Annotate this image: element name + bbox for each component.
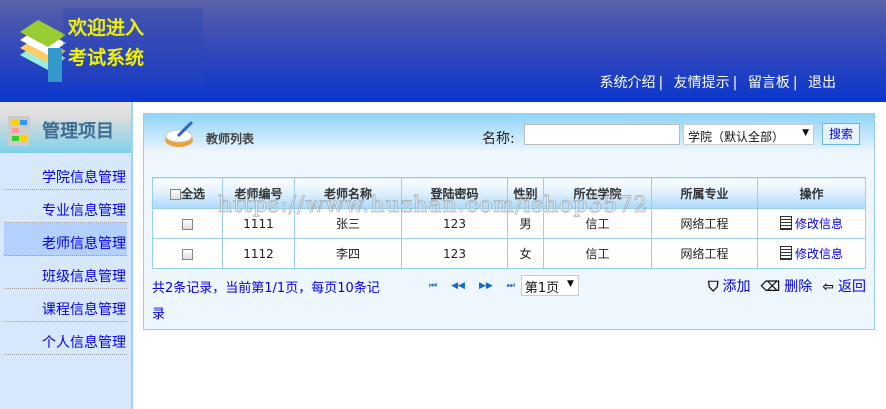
table-header-row: 全选 老师编号 老师名称 登陆密码 性别 所在学院 所属专业 操作 xyxy=(152,177,866,209)
cell-name: 张三 xyxy=(294,208,402,239)
cell-college: 信工 xyxy=(543,208,652,239)
col-header-name: 老师名称 xyxy=(294,177,402,209)
search-button[interactable]: 搜索 xyxy=(822,123,860,145)
sidebar-header: 管理项目 xyxy=(0,102,131,153)
college-select-value: 学院（默认全部） xyxy=(688,130,785,144)
panel-title: 教师列表 xyxy=(206,132,255,146)
sidebar-title: 管理项目 xyxy=(42,121,114,142)
delete-label: 删除 xyxy=(784,279,813,295)
col-header-password: 登陆密码 xyxy=(401,177,508,209)
nav-separator: | xyxy=(732,75,738,91)
back-icon: ⇦ xyxy=(822,279,834,295)
back-label: 返回 xyxy=(838,279,866,295)
edit-link[interactable]: 修改信息 xyxy=(795,217,843,231)
top-nav: 系统介绍 | 友情提示 | 留言板 | 退出 xyxy=(599,72,836,92)
row-checkbox[interactable] xyxy=(182,248,193,260)
sidebar-item-personal[interactable]: 个人信息管理 xyxy=(4,322,127,355)
col-header-actions: 操作 xyxy=(757,177,866,209)
logo-line-1: 欢迎进入 xyxy=(68,17,145,39)
back-button[interactable]: ⇦ 返回 xyxy=(822,276,866,296)
cell-actions: 修改信息 xyxy=(757,238,866,269)
sidebar-item-major[interactable]: 专业信息管理 xyxy=(4,190,127,223)
add-label: 添加 xyxy=(722,279,751,295)
select-all-checkbox[interactable] xyxy=(169,188,181,200)
cell-gender: 男 xyxy=(507,208,544,239)
search-label: 名称: xyxy=(482,131,515,147)
chevron-down-icon: ▼ xyxy=(566,279,574,289)
col-header-gender: 性别 xyxy=(507,177,544,209)
name-search-input[interactable] xyxy=(524,124,680,145)
sidebar: 管理项目 学院信息管理 专业信息管理 老师信息管理 班级信息管理 课程信息管理 … xyxy=(0,102,133,409)
row-checkbox[interactable] xyxy=(182,218,193,230)
cell-college: 信工 xyxy=(543,238,652,269)
sidebar-item-college[interactable]: 学院信息管理 xyxy=(4,157,127,190)
first-page-icon[interactable]: ⏮ xyxy=(429,281,437,291)
sidebar-item-course[interactable]: 课程信息管理 xyxy=(4,289,127,322)
panel-toolbar: 教师列表 名称: 学院（默认全部） ▼ 搜索 xyxy=(144,114,874,152)
header: 欢迎进入 考试系统 系统介绍 | 友情提示 | 留言板 | 退出 xyxy=(0,0,886,102)
cell-actions: 修改信息 xyxy=(757,208,866,239)
sidebar-item-teacher[interactable]: 老师信息管理 xyxy=(4,223,127,256)
logo-text: 欢迎进入 考试系统 xyxy=(63,8,203,84)
cell-gender: 女 xyxy=(507,238,544,269)
nav-separator: | xyxy=(658,75,664,91)
cell-password: 123 xyxy=(401,238,508,269)
cell-major: 网络工程 xyxy=(651,208,758,239)
prev-page-icon[interactable]: ◀◀ xyxy=(451,281,465,291)
col-header-college: 所在学院 xyxy=(543,177,652,209)
sidebar-item-class[interactable]: 班级信息管理 xyxy=(4,256,127,289)
logo-line-2: 考试系统 xyxy=(68,47,145,69)
add-button[interactable]: ⛉ 添加 xyxy=(708,276,751,296)
last-page-icon[interactable]: ⏭ xyxy=(507,281,515,291)
select-all-label: 全选 xyxy=(180,186,205,201)
next-page-icon[interactable]: ▶▶ xyxy=(479,281,493,291)
nav-tips[interactable]: 友情提示 xyxy=(674,75,730,91)
nav-message-board[interactable]: 留言板 xyxy=(748,75,790,91)
cell-id: 1112 xyxy=(222,238,295,269)
notepad-pen-icon xyxy=(165,120,194,147)
cell-name: 李四 xyxy=(294,238,402,269)
notepad-icon xyxy=(779,216,792,230)
col-header-major: 所属专业 xyxy=(651,177,758,209)
cell-id: 1111 xyxy=(222,208,295,239)
nav-separator: | xyxy=(792,75,798,91)
table-row: 1112 李四 123 女 信工 网络工程 修改信息 xyxy=(152,238,866,269)
delete-icon: ⌫ xyxy=(760,279,781,295)
select-all-header[interactable]: 全选 xyxy=(152,177,223,209)
delete-button[interactable]: ⌫ 删除 xyxy=(760,276,812,296)
cabinet-icon xyxy=(8,116,30,146)
row-checkbox-cell xyxy=(152,208,223,239)
page-select[interactable]: 第1页 ▼ xyxy=(520,275,579,296)
actions: ⛉ 添加 ⌫ 删除 ⇦ 返回 xyxy=(708,276,866,296)
col-header-id: 老师编号 xyxy=(222,177,295,209)
row-checkbox-cell xyxy=(152,238,223,269)
table-row: 1111 张三 123 男 信工 网络工程 修改信息 xyxy=(152,208,866,239)
notepad-icon xyxy=(779,246,792,260)
books-key-logo-icon xyxy=(20,20,66,82)
add-icon: ⛉ xyxy=(707,279,719,295)
page-select-value: 第1页 xyxy=(524,281,560,296)
pager: ⏮ ◀◀ ▶▶ ⏭ 第1页 ▼ xyxy=(429,275,579,296)
nav-logout[interactable]: 退出 xyxy=(808,75,836,91)
record-count-info: 共2条记录，当前第1/1页，每页10条记录 xyxy=(152,281,380,322)
chevron-down-icon: ▼ xyxy=(802,128,809,138)
nav-system-intro[interactable]: 系统介绍 xyxy=(599,75,655,91)
cell-password: 123 xyxy=(401,208,508,239)
teacher-list-panel: 教师列表 名称: 学院（默认全部） ▼ 搜索 全选 老师编号 老师名称 登陆密码 … xyxy=(143,113,875,330)
edit-link[interactable]: 修改信息 xyxy=(795,247,843,261)
college-select[interactable]: 学院（默认全部） ▼ xyxy=(683,124,814,145)
teacher-table: 全选 老师编号 老师名称 登陆密码 性别 所在学院 所属专业 操作 1111 张… xyxy=(152,177,866,269)
cell-major: 网络工程 xyxy=(651,238,758,269)
